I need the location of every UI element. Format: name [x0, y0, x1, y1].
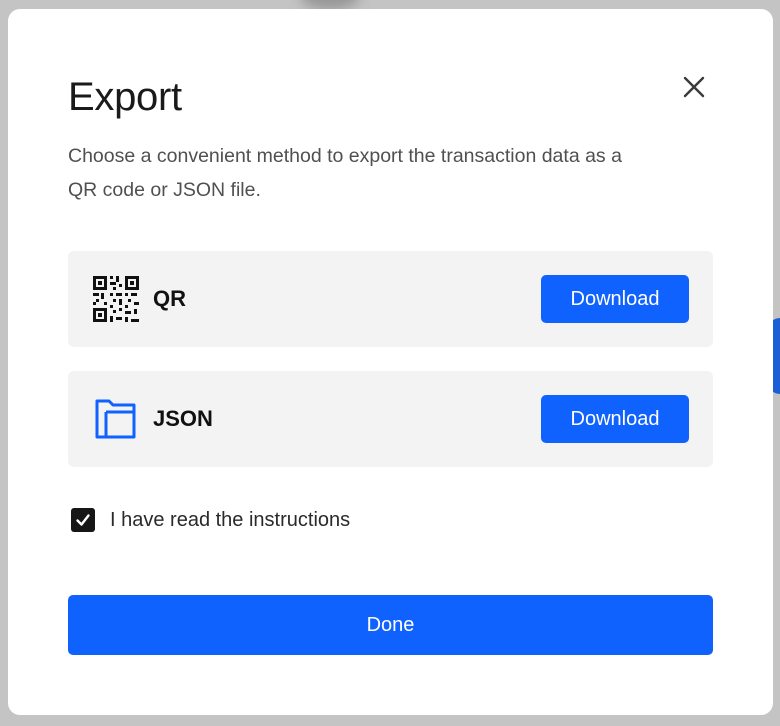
folder-icon: [95, 399, 136, 439]
dialog-description: Choose a convenient method to export the…: [68, 145, 622, 201]
instructions-checkbox-row[interactable]: I have read the instructions: [71, 507, 350, 533]
instructions-checkbox-label: I have read the instructions: [110, 508, 351, 531]
instructions-checkbox[interactable]: [71, 508, 95, 532]
done-button[interactable]: Done: [68, 595, 713, 655]
close-icon: [683, 76, 705, 98]
qr-code-icon: [93, 276, 139, 322]
download-qr-button[interactable]: Download: [541, 275, 689, 323]
close-button[interactable]: [680, 73, 708, 101]
export-option-qr: QR Download: [68, 251, 713, 347]
checkmark-icon: [76, 514, 90, 526]
export-dialog: Export Choose a convenient method to exp…: [8, 9, 773, 715]
option-label-json: JSON: [153, 406, 213, 431]
export-option-json: JSON Download: [68, 371, 713, 467]
download-json-button[interactable]: Download: [541, 395, 689, 443]
dialog-title: Export: [68, 75, 182, 119]
option-label-qr: QR: [153, 286, 186, 311]
